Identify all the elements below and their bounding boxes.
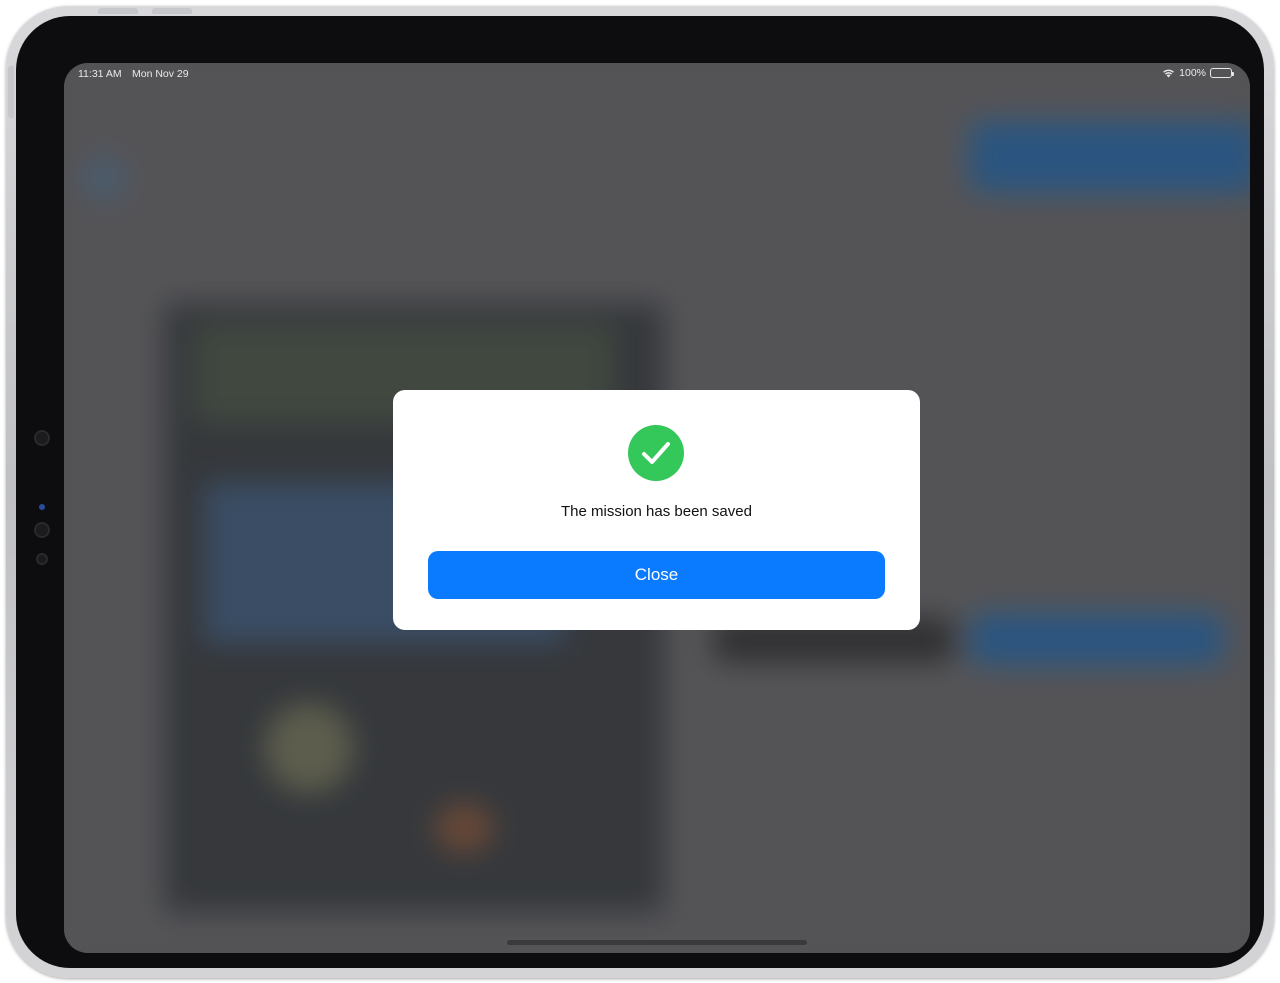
checkmark-circle-icon bbox=[628, 425, 684, 481]
camera-indicator bbox=[39, 504, 45, 510]
ipad-frame: 11:31 AM Mon Nov 29 100% The mission has… bbox=[6, 6, 1274, 978]
close-button[interactable]: Close bbox=[428, 551, 885, 599]
status-time: 11:31 AM bbox=[78, 68, 122, 80]
success-dialog: The mission has been saved Close bbox=[393, 390, 920, 630]
power-button bbox=[8, 66, 14, 118]
volume-down-button bbox=[152, 8, 192, 14]
sensor-dot bbox=[34, 430, 50, 446]
status-date: Mon Nov 29 bbox=[132, 68, 189, 80]
bezel: 11:31 AM Mon Nov 29 100% The mission has… bbox=[16, 16, 1264, 968]
battery-icon bbox=[1210, 68, 1234, 78]
home-indicator[interactable] bbox=[507, 940, 807, 945]
wifi-icon bbox=[1162, 68, 1175, 78]
status-bar: 11:31 AM Mon Nov 29 100% bbox=[64, 63, 1250, 87]
front-camera bbox=[34, 522, 50, 538]
battery-percent: 100% bbox=[1179, 67, 1206, 79]
status-indicators: 100% bbox=[1162, 67, 1234, 79]
volume-up-button bbox=[98, 8, 138, 14]
ambient-sensor bbox=[36, 553, 48, 565]
screen: 11:31 AM Mon Nov 29 100% The mission has… bbox=[64, 63, 1250, 953]
dialog-message: The mission has been saved bbox=[561, 503, 752, 520]
